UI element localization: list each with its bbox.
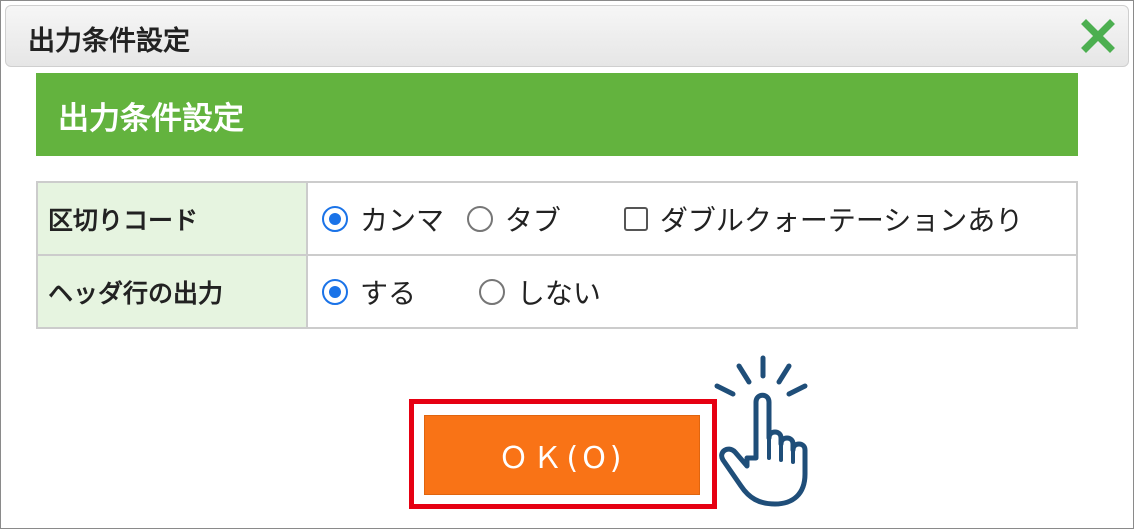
radio-button[interactable] bbox=[466, 205, 493, 232]
table-row: ヘッダ行の出力 する しない bbox=[36, 254, 1078, 329]
options-table: 区切りコード カンマ タブ ダブルクォーテーションあり ヘッダ行の出力 する し… bbox=[36, 181, 1078, 329]
header-row-label: ヘッダ行の出力 bbox=[48, 279, 224, 308]
close-icon[interactable] bbox=[1078, 16, 1118, 56]
delimiter-options: カンマ タブ ダブルクォーテーションあり bbox=[306, 181, 1078, 256]
radio-tab-label: タブ bbox=[504, 203, 561, 237]
checkbox[interactable] bbox=[623, 206, 648, 231]
header-row-label-cell: ヘッダ行の出力 bbox=[36, 254, 308, 329]
delimiter-label-cell: 区切りコード bbox=[36, 181, 308, 256]
hand-pointer-click-icon bbox=[714, 355, 808, 507]
checkbox-double-quote[interactable]: ダブルクォーテーションあり bbox=[623, 199, 1024, 239]
radio-comma[interactable]: カンマ bbox=[322, 199, 444, 239]
dialog-titlebar: 出力条件設定 bbox=[5, 5, 1129, 67]
radio-yes[interactable]: する bbox=[322, 272, 416, 312]
radio-comma-label: カンマ bbox=[360, 203, 445, 237]
delimiter-label: 区切りコード bbox=[48, 206, 199, 235]
radio-no[interactable]: しない bbox=[478, 272, 601, 312]
ok-button[interactable]: ＯＫ(O) bbox=[424, 415, 700, 495]
radio-no-label: しない bbox=[516, 276, 601, 310]
radio-tab[interactable]: タブ bbox=[466, 199, 561, 239]
radio-button-checked[interactable] bbox=[322, 278, 348, 305]
section-header: 出力条件設定 bbox=[36, 73, 1078, 156]
radio-yes-label: する bbox=[360, 276, 417, 310]
table-row: 区切りコード カンマ タブ ダブルクォーテーションあり bbox=[36, 181, 1078, 256]
section-heading: 出力条件設定 bbox=[58, 101, 244, 137]
radio-button[interactable] bbox=[478, 278, 505, 305]
header-row-options: する しない bbox=[306, 254, 1078, 329]
dialog-title: 出力条件設定 bbox=[28, 26, 190, 57]
radio-button-checked[interactable] bbox=[322, 205, 348, 232]
checkbox-double-quote-label: ダブルクォーテーションあり bbox=[659, 203, 1024, 237]
output-settings-dialog: 出力条件設定 出力条件設定 区切りコード カンマ タブ ダブルクォーテーションあ… bbox=[0, 0, 1134, 529]
